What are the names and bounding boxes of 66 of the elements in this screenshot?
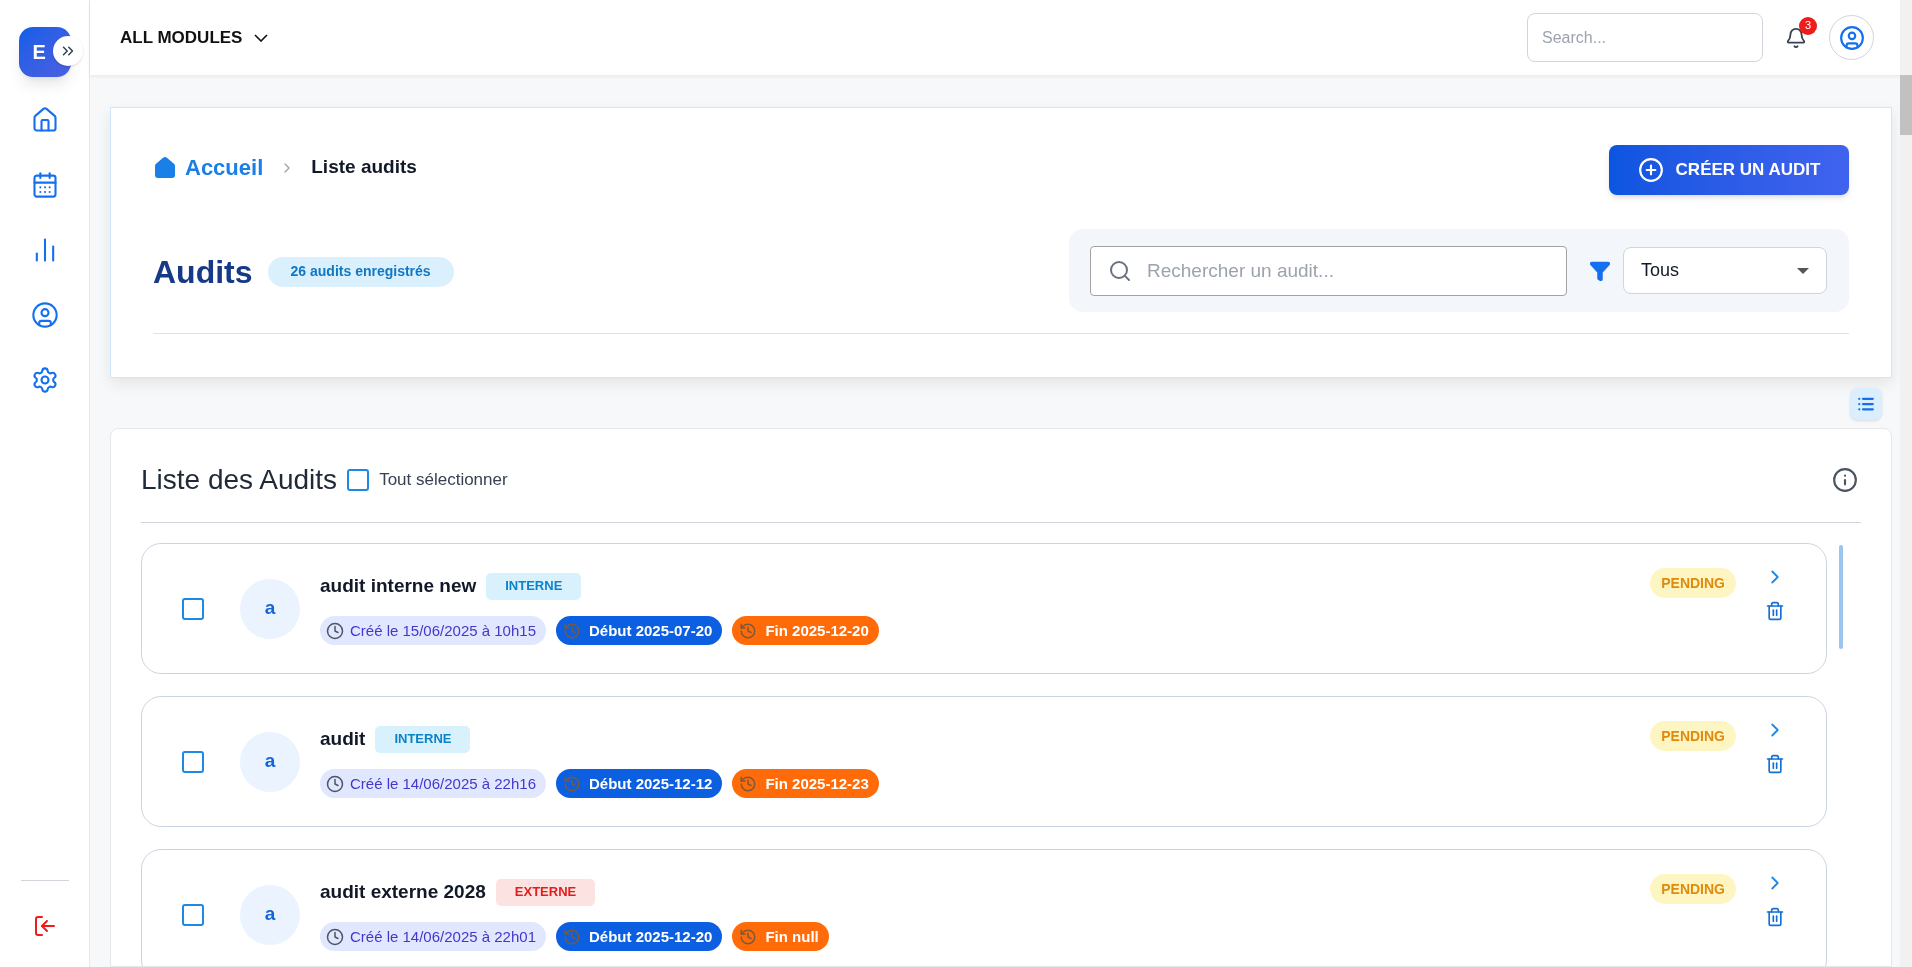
audit-card[interactable]: a audit INTERNE Créé le 14/06/2025 à 22h16 Début 2025-12-12 Fin 2025-12-23 PENDING (141, 696, 1827, 827)
history-icon (739, 927, 758, 946)
start-date-chip: Début 2025-07-20 (556, 616, 723, 646)
delete-icon[interactable] (1765, 600, 1785, 622)
avatar: a (240, 578, 300, 639)
delete-icon[interactable] (1765, 906, 1785, 928)
count-badge: 26 audits enregistrés (267, 256, 454, 287)
created-chip: Créé le 14/06/2025 à 22h16 (320, 769, 546, 799)
logout-icon[interactable] (32, 913, 57, 939)
plus-circle-icon (1637, 157, 1664, 183)
audit-card[interactable]: a audit externe 2028 EXTERNE Créé le 14/06/2025 à 22h01 Début 2025-12-20 Fin null PENDING (141, 849, 1827, 966)
info-icon (1832, 466, 1858, 493)
clock-icon (326, 621, 344, 640)
filter-select[interactable]: Tous (1623, 247, 1827, 294)
page-scrollbar[interactable] (1900, 0, 1912, 967)
type-badge: EXTERNE (495, 878, 596, 906)
history-icon (563, 927, 581, 946)
audit-name: audit externe 2028 (320, 879, 486, 904)
search-field[interactable]: Search... (1527, 13, 1763, 62)
created-chip: Créé le 15/06/2025 à 10h15 (320, 616, 546, 646)
clock-icon (326, 927, 344, 946)
user-icon (1838, 24, 1865, 51)
user-icon[interactable] (29, 300, 60, 330)
module-menu[interactable]: ALL MODULES (120, 24, 269, 51)
select-all-label: Tout sélectionner (379, 468, 508, 491)
list-title: Liste des Audits (141, 462, 338, 497)
end-date-chip: Fin null (732, 922, 829, 952)
status-badge: PENDING (1650, 874, 1736, 904)
history-icon (739, 774, 758, 793)
start-date-chip: Début 2025-12-20 (556, 922, 723, 952)
select-all-checkbox[interactable] (347, 468, 370, 491)
clock-icon (326, 774, 344, 793)
row-checkbox[interactable] (182, 750, 204, 773)
type-badge: INTERNE (486, 572, 582, 600)
history-icon (739, 621, 758, 640)
breadcrumb-home-link[interactable]: Accueil (153, 151, 264, 184)
start-date-chip: Début 2025-12-12 (556, 769, 723, 799)
create-audit-button[interactable]: CRÉER UN AUDIT (1609, 145, 1849, 195)
breadcrumb-current: Liste audits (311, 155, 417, 180)
row-checkbox[interactable] (182, 903, 204, 926)
list-scrollbar[interactable] (1839, 545, 1843, 649)
row-checkbox[interactable] (182, 597, 204, 620)
audit-name: audit (320, 726, 366, 751)
dropdown-caret-icon (1797, 267, 1809, 274)
search-icon (1108, 258, 1132, 283)
notification-badge: 3 (1799, 16, 1817, 35)
end-date-chip: Fin 2025-12-20 (732, 616, 879, 646)
history-icon (563, 621, 581, 640)
end-date-chip: Fin 2025-12-23 (732, 769, 879, 799)
audit-card[interactable]: a audit interne new INTERNE Créé le 15/06/2025 à 10h15 Début 2025-07-20 Fin 2025-12-20 PENDING (141, 543, 1827, 674)
avatar: a (240, 731, 300, 792)
page-title: Audits (153, 252, 253, 292)
status-badge: PENDING (1650, 721, 1736, 751)
avatar: a (240, 884, 300, 945)
filter-icon (1589, 259, 1611, 282)
audit-name: audit interne new (320, 573, 477, 598)
created-chip: Créé le 14/06/2025 à 22h01 (320, 922, 546, 952)
chevron-down-icon (254, 33, 269, 42)
status-badge: PENDING (1650, 568, 1736, 598)
history-icon (563, 774, 581, 793)
home-icon (153, 155, 177, 180)
type-badge: INTERNE (375, 725, 471, 753)
list-icon (1857, 395, 1875, 413)
delete-icon[interactable] (1765, 753, 1785, 775)
list-view-button[interactable] (1850, 388, 1882, 420)
audit-search-field[interactable]: Rechercher un audit... (1090, 245, 1567, 296)
